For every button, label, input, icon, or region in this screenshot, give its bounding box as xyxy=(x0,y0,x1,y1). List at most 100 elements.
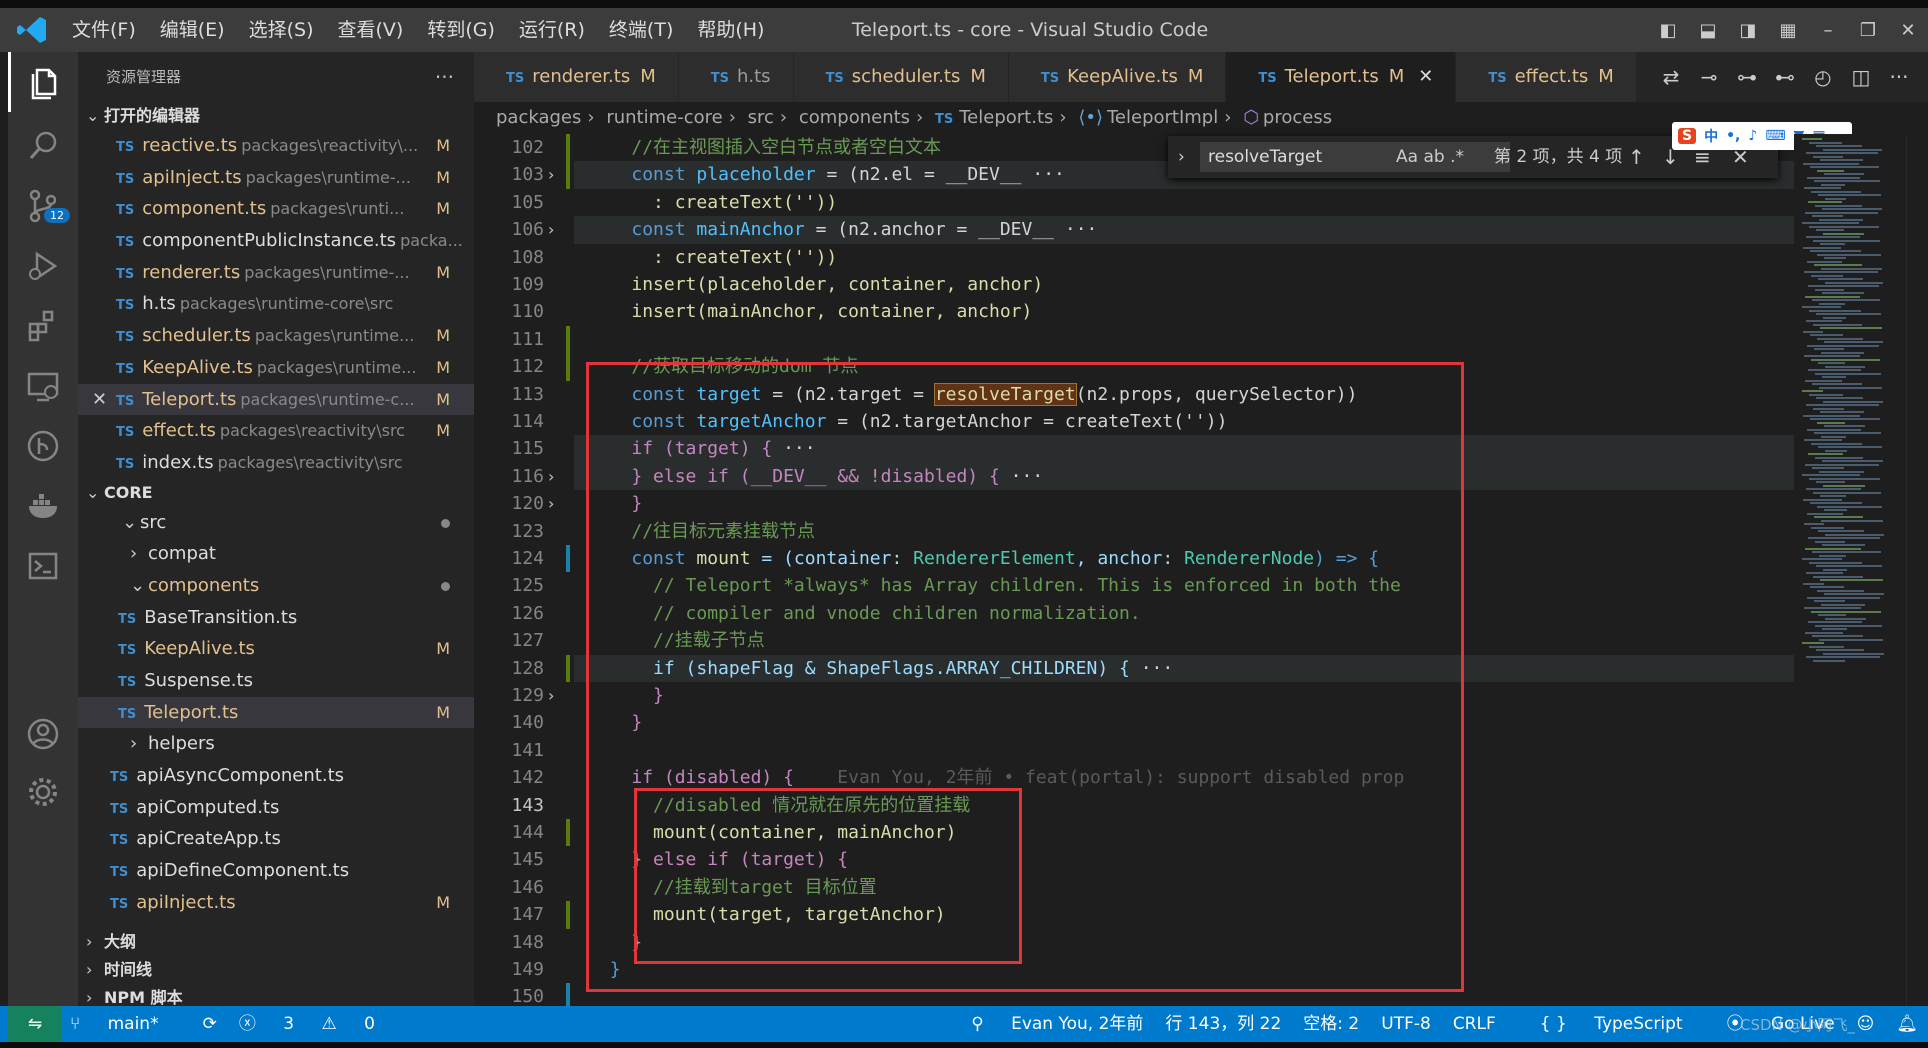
file-item[interactable]: TS apiDefineComponent.ts xyxy=(78,855,474,887)
file-item[interactable]: TS apiInject.ts M xyxy=(78,887,474,919)
problems-status[interactable]: ⓧ 3 ⚠ 0 xyxy=(239,1006,397,1042)
run-debug-icon[interactable] xyxy=(8,236,78,296)
breadcrumb-item[interactable]: packages xyxy=(496,107,581,128)
file-item[interactable]: TS apiComputed.ts xyxy=(78,792,474,824)
breadcrumb-item[interactable]: runtime-core xyxy=(606,107,722,128)
settings-gear-icon[interactable] xyxy=(8,762,78,822)
minimap[interactable] xyxy=(1794,134,1904,1006)
file-item[interactable]: TS BaseTransition.ts xyxy=(78,602,474,634)
open-editor-item[interactable]: TS componentPublicInstance.ts packa... xyxy=(78,225,474,257)
encoding[interactable]: UTF-8 xyxy=(1381,1006,1431,1042)
explorer-icon[interactable] xyxy=(8,52,78,112)
previous-match-icon[interactable]: ↑ xyxy=(1628,142,1645,172)
open-editor-item[interactable]: TS KeepAlive.ts packages\runtime... M xyxy=(78,352,474,384)
breadcrumb-item[interactable]: components xyxy=(799,107,910,128)
fold-chevron-icon[interactable]: › xyxy=(548,463,554,490)
toggle-sidebar-icon[interactable]: ◧ xyxy=(1648,20,1688,41)
breadcrumb-item[interactable]: Teleport.ts xyxy=(959,107,1053,128)
open-editor-item[interactable]: TS index.ts packages\reactivity\src xyxy=(78,447,474,479)
open-editor-item[interactable]: TS effect.ts packages\reactivity\src M xyxy=(78,415,474,447)
git-commit-icon[interactable]: ⊸ xyxy=(1690,65,1728,89)
compare-changes-icon[interactable]: ⇄ xyxy=(1652,65,1690,89)
npm-scripts-section[interactable]: › NPM 脚本 xyxy=(78,984,474,1006)
restore-icon[interactable]: ❐ xyxy=(1848,20,1888,41)
tab-renderer-ts[interactable]: TS renderer.ts M xyxy=(474,52,679,102)
workspace-section[interactable]: ⌄ CORE xyxy=(78,479,474,507)
blame-status[interactable]: ⚲ Evan You, 2年前 xyxy=(949,1006,1143,1042)
open-editor-item[interactable]: TS component.ts packages\runti... M xyxy=(78,193,474,225)
toggle-panel-icon[interactable]: ⬓ xyxy=(1688,20,1728,41)
open-editor-item[interactable]: TS reactive.ts packages\reactivity\... M xyxy=(78,130,474,162)
indentation[interactable]: 空格: 2 xyxy=(1303,1006,1359,1042)
split-editor-icon[interactable]: ◫ xyxy=(1842,65,1880,89)
file-item[interactable]: TS Teleport.ts M xyxy=(78,696,474,729)
tab-teleport-ts[interactable]: TS Teleport.ts M ✕ xyxy=(1226,52,1457,102)
open-editor-item[interactable]: TS h.ts packages\runtime-core\src xyxy=(78,288,474,320)
file-item[interactable]: TS KeepAlive.ts M xyxy=(78,633,474,665)
end-of-line[interactable]: CRLF xyxy=(1453,1006,1496,1042)
minimize-icon[interactable]: – xyxy=(1808,20,1848,41)
notifications-bell-icon[interactable]: 🔔︎ xyxy=(1896,1006,1918,1042)
toggle-replace-icon[interactable]: › xyxy=(1178,142,1185,172)
fold-chevron-icon[interactable]: › xyxy=(548,216,554,243)
folder-helpers[interactable]: › helpers xyxy=(78,728,474,760)
language-mode[interactable]: { } TypeScript xyxy=(1518,1006,1683,1042)
menu-terminal[interactable]: 终端(T) xyxy=(597,8,685,52)
accounts-icon[interactable] xyxy=(8,704,78,764)
layout-icon[interactable]: ▦ xyxy=(1768,20,1808,41)
menu-file[interactable]: 文件(F) xyxy=(60,8,148,52)
folder-src[interactable]: ⌄ src xyxy=(78,507,474,539)
menu-view[interactable]: 查看(V) xyxy=(326,8,416,52)
tab-keepalive-ts[interactable]: TS KeepAlive.ts M xyxy=(1008,52,1227,102)
fold-chevron-icon[interactable]: › xyxy=(548,161,554,188)
terminal-icon[interactable] xyxy=(8,536,78,596)
branch-status[interactable]: ⑂ main* xyxy=(70,1006,181,1042)
menu-run[interactable]: 运行(R) xyxy=(507,8,597,52)
docker-icon[interactable] xyxy=(8,476,78,536)
sync-icon[interactable]: ⟳ xyxy=(203,1006,217,1042)
open-editor-item[interactable]: TS scheduler.ts packages\runtime... M xyxy=(78,320,474,352)
open-editor-item[interactable]: TS renderer.ts packages\runtime-... M xyxy=(78,257,474,289)
menu-go[interactable]: 转到(G) xyxy=(415,8,507,52)
search-icon[interactable] xyxy=(8,116,78,176)
close-editor-icon[interactable]: ✕ xyxy=(92,384,107,416)
folder-compat[interactable]: › compat xyxy=(78,538,474,570)
breadcrumb-item[interactable]: TeleportImpl xyxy=(1107,107,1218,128)
close-icon[interactable]: ✕ xyxy=(1888,20,1928,41)
previous-change-icon[interactable]: ⊶ xyxy=(1728,65,1766,89)
remote-indicator-icon[interactable]: ⇋ xyxy=(8,1006,62,1042)
open-editor-item[interactable]: TS apiInject.ts packages\runtime-... M xyxy=(78,162,474,194)
close-tab-icon[interactable]: ✕ xyxy=(1418,66,1433,87)
toggle-secondary-icon[interactable]: ◨ xyxy=(1728,20,1768,41)
tab-h-ts[interactable]: TS h.ts xyxy=(678,52,794,102)
open-editors-section[interactable]: ⌄ 打开的编辑器 xyxy=(78,102,474,130)
gitlens-icon[interactable] xyxy=(8,416,78,476)
menu-edit[interactable]: 编辑(E) xyxy=(148,8,237,52)
cursor-position[interactable]: 行 143，列 22 xyxy=(1165,1006,1281,1042)
tab-scheduler-ts[interactable]: TS scheduler.ts M xyxy=(793,52,1009,102)
vertical-scrollbar[interactable] xyxy=(1906,134,1928,1006)
source-control-icon[interactable]: 12 xyxy=(8,176,78,236)
file-item[interactable]: TS Suspense.ts xyxy=(78,665,474,697)
feedback-icon[interactable]: ☺ xyxy=(1857,1006,1875,1042)
outline-section[interactable]: › 大纲 xyxy=(78,928,474,956)
fold-chevron-icon[interactable]: › xyxy=(548,490,554,517)
remote-explorer-icon[interactable] xyxy=(8,356,78,416)
next-change-icon[interactable]: ⊷ xyxy=(1766,65,1804,89)
tab-effect-ts[interactable]: TS effect.ts M xyxy=(1456,52,1637,102)
timeline-section[interactable]: › 时间线 xyxy=(78,956,474,984)
file-item[interactable]: TS apiAsyncComponent.ts xyxy=(78,760,474,792)
more-actions-icon[interactable]: ··· xyxy=(1880,65,1918,89)
fold-chevron-icon[interactable]: › xyxy=(548,682,554,709)
breadcrumb-item[interactable]: process xyxy=(1263,107,1332,128)
menu-selection[interactable]: 选择(S) xyxy=(237,8,326,52)
file-item[interactable]: TS apiCreateApp.ts xyxy=(78,823,474,855)
more-actions-icon[interactable]: ··· xyxy=(435,52,454,102)
extensions-icon[interactable] xyxy=(8,296,78,356)
open-editor-item[interactable]: ✕ TS Teleport.ts packages\runtime-c... M xyxy=(78,383,474,416)
timeline-icon[interactable]: ◴ xyxy=(1804,65,1842,89)
folder-components[interactable]: ⌄ components xyxy=(78,570,474,602)
breadcrumb-item[interactable]: src xyxy=(748,107,774,128)
find-options-icons[interactable]: Aa ab .* xyxy=(1396,142,1464,172)
menu-help[interactable]: 帮助(H) xyxy=(685,8,776,52)
